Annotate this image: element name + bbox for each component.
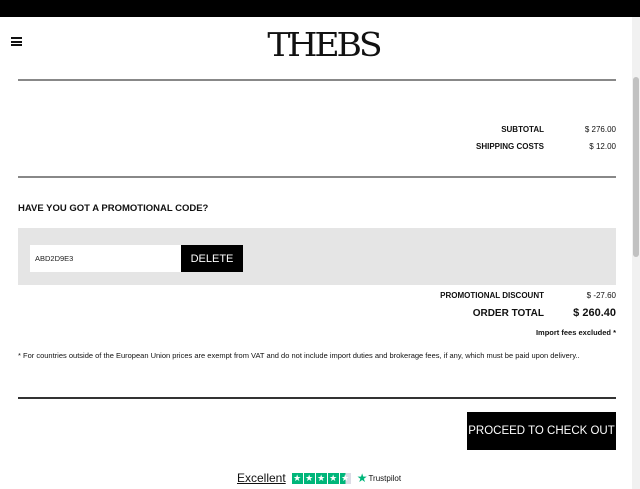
promo-title: HAVE YOU GOT A PROMOTIONAL CODE? xyxy=(18,203,209,214)
star-icon: ★ xyxy=(303,472,315,484)
promo-code-input[interactable] xyxy=(30,245,181,272)
half-star-icon: ★ xyxy=(339,472,351,484)
subtotal-value: $ 276.00 xyxy=(584,125,616,134)
star-icon: ★ xyxy=(291,472,303,484)
divider-top xyxy=(18,79,616,81)
promo-code-panel: DELETE xyxy=(18,228,616,285)
trustpilot-brand: Trustpilot xyxy=(368,473,402,483)
import-fees-note: Import fees excluded * xyxy=(535,328,616,337)
promo-discount-value: $ -27.60 xyxy=(586,291,616,300)
divider-bottom xyxy=(18,397,616,399)
divider-middle xyxy=(18,176,616,178)
top-bar xyxy=(0,0,640,17)
delete-promo-button[interactable]: DELETE xyxy=(181,245,243,272)
trustpilot-stars: ★ ★ ★ ★ ★ xyxy=(291,472,352,484)
proceed-to-checkout-button[interactable]: PROCEED TO CHECK OUT xyxy=(467,412,616,450)
order-total-value: $ 260.40 xyxy=(573,307,616,319)
scrollbar-thumb[interactable] xyxy=(633,77,639,257)
shipping-value: $ 12.00 xyxy=(589,142,616,151)
order-total-label: ORDER TOTAL xyxy=(472,308,544,319)
hamburger-menu-icon[interactable] xyxy=(11,37,22,46)
promo-discount-label: PROMOTIONAL DISCOUNT xyxy=(440,291,544,300)
site-header: THEBS xyxy=(0,17,632,75)
trustpilot-widget[interactable]: Excellent ★ ★ ★ ★ ★ ★ Trustpilot xyxy=(237,470,401,486)
page-scrollbar[interactable] xyxy=(632,17,640,489)
vat-disclaimer: * For countries outside of the European … xyxy=(18,351,580,360)
shipping-label: SHIPPING COSTS xyxy=(475,142,544,151)
subtotal-label: SUBTOTAL xyxy=(501,125,544,134)
brand-logo[interactable]: THEBS xyxy=(267,25,382,64)
trustpilot-logo-star-icon: ★ xyxy=(356,471,368,485)
trustpilot-rating-text[interactable]: Excellent xyxy=(237,471,286,485)
star-icon: ★ xyxy=(315,472,327,484)
star-icon: ★ xyxy=(327,472,339,484)
